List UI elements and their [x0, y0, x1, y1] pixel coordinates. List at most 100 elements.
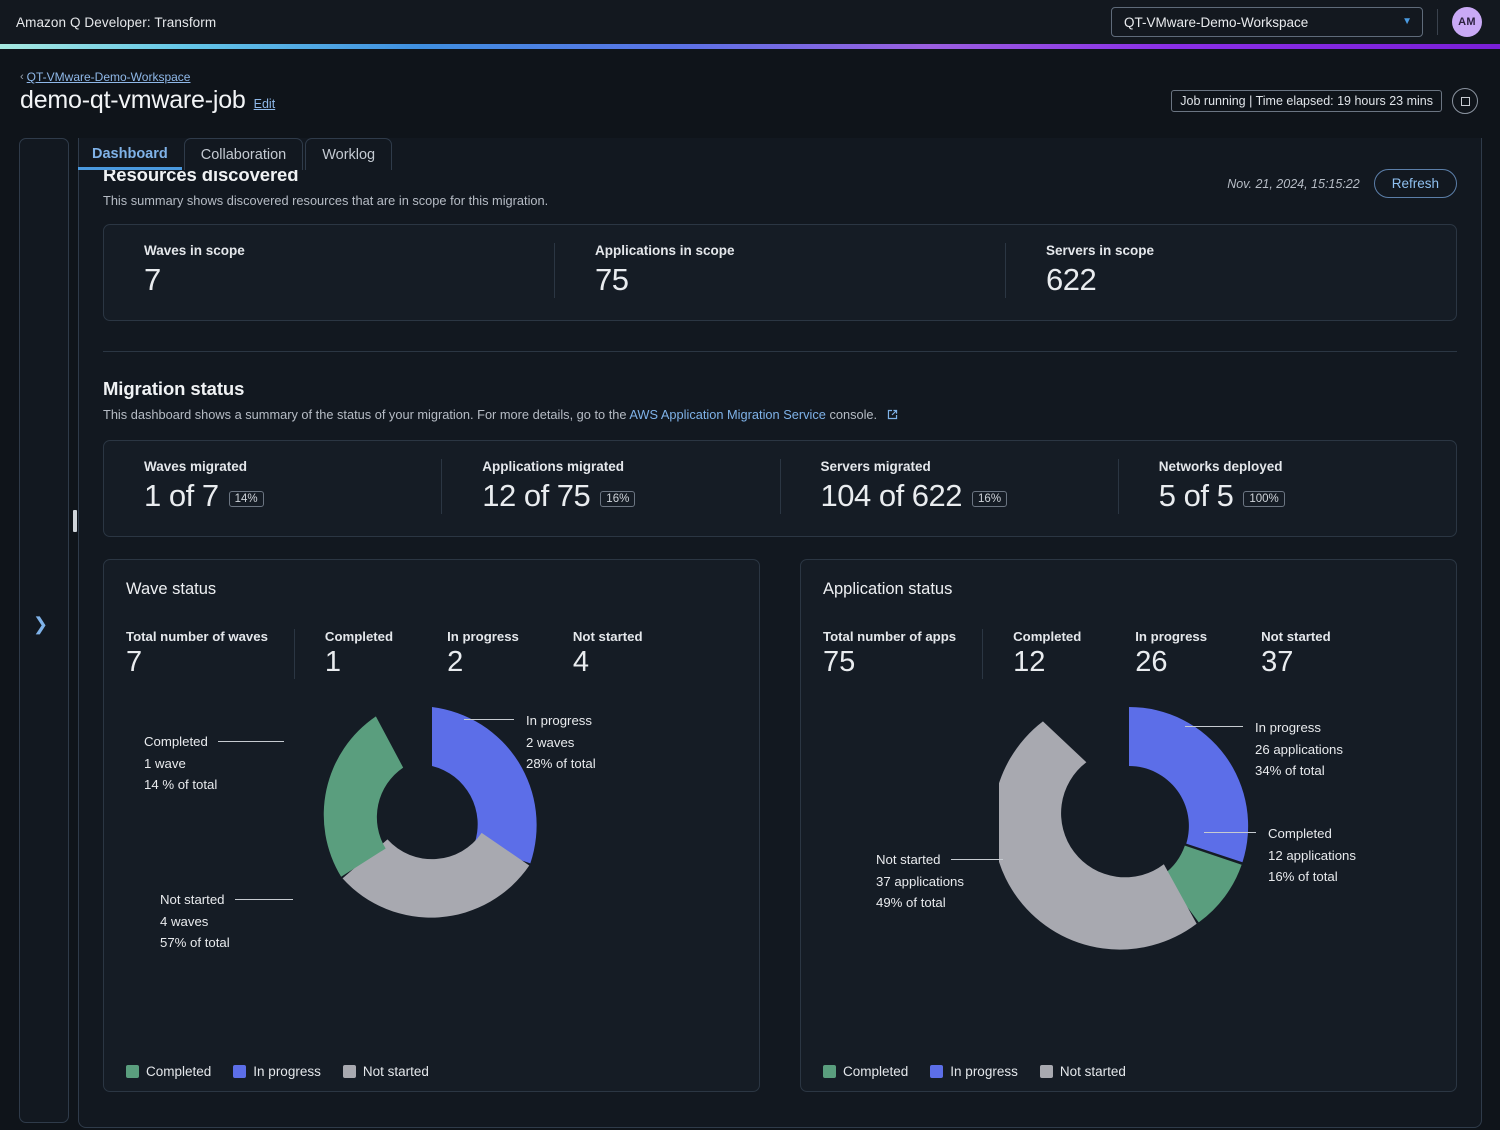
wave-stat-not-started: Not started 4: [541, 629, 665, 679]
legend-swatch-icon: [343, 1065, 356, 1078]
tab-worklog[interactable]: Worklog: [305, 138, 392, 170]
leader-line: [1185, 726, 1243, 727]
app-stat-not-started: Not started 37: [1229, 629, 1353, 679]
wave-label-not-started: Not started 4 waves 57% of total: [160, 889, 293, 954]
app-title: Amazon Q Developer: Transform: [16, 15, 216, 30]
stat-value: 7: [144, 262, 528, 298]
status-badge: Job running | Time elapsed: 19 hours 23 …: [1171, 90, 1442, 112]
label-count: 1 wave: [144, 753, 284, 775]
legend-swatch-icon: [823, 1065, 836, 1078]
stat-applications-in-scope: Applications in scope 75: [554, 243, 1005, 298]
section-divider: [103, 351, 1457, 352]
refresh-button[interactable]: Refresh: [1374, 169, 1457, 198]
stat-value: 12: [1013, 646, 1081, 679]
migration-stat-card: Waves migrated 1 of 7 14% Applications m…: [103, 440, 1457, 537]
stat-label: Not started: [573, 629, 643, 644]
legend-item-in-progress[interactable]: In progress: [233, 1064, 321, 1079]
leader-line: [951, 859, 1003, 860]
stat-label: Applications in scope: [595, 243, 979, 258]
label-pct: 49% of total: [876, 892, 1003, 914]
stat-percent-badge: 100%: [1243, 491, 1284, 507]
top-bar-right: QT-VMware-Demo-Workspace ▼ AM: [1111, 7, 1482, 37]
legend-item-completed[interactable]: Completed: [126, 1064, 211, 1079]
stat-value: 2: [447, 646, 519, 679]
label-count: 12 applications: [1268, 845, 1356, 867]
main-panel: Resources discovered This summary shows …: [78, 138, 1482, 1128]
leader-line: [464, 719, 514, 720]
workspace-selector[interactable]: QT-VMware-Demo-Workspace ▼: [1111, 7, 1423, 37]
breadcrumb-link[interactable]: QT-VMware-Demo-Workspace: [27, 70, 191, 84]
stat-value: 104 of 622: [821, 478, 963, 514]
breadcrumb-back-icon: ‹: [20, 71, 24, 83]
donut-slice-in-progress[interactable]: [1129, 707, 1248, 862]
drag-handle-icon[interactable]: [73, 510, 77, 532]
legend-item-in-progress[interactable]: In progress: [930, 1064, 1018, 1079]
stat-label: Waves migrated: [144, 459, 415, 474]
stat-label: Servers migrated: [821, 459, 1092, 474]
resources-subtitle: This summary shows discovered resources …: [103, 193, 548, 208]
legend-swatch-icon: [1040, 1065, 1053, 1078]
stat-servers-migrated: Servers migrated 104 of 622 16%: [780, 459, 1118, 514]
breadcrumb[interactable]: ‹ QT-VMware-Demo-Workspace: [20, 70, 190, 84]
wave-label-completed: Completed 1 wave 14 % of total: [144, 731, 284, 796]
tab-collaboration[interactable]: Collaboration: [184, 138, 303, 170]
stat-applications-migrated: Applications migrated 12 of 75 16%: [441, 459, 779, 514]
legend-label: Not started: [363, 1064, 429, 1079]
application-status-donut[interactable]: [999, 695, 1259, 957]
label-title: Completed: [1268, 823, 1332, 845]
wave-stat-total: Total number of waves 7: [126, 629, 295, 679]
wave-donut-area: Completed 1 wave 14 % of total In progre…: [126, 695, 737, 995]
application-legend: Completed In progress Not started: [823, 1064, 1126, 1079]
migration-title: Migration status: [103, 378, 1457, 400]
stat-percent-badge: 14%: [229, 491, 264, 507]
stat-value: 26: [1135, 646, 1207, 679]
stat-label: Total number of apps: [823, 629, 956, 644]
top-bar-divider: [1437, 9, 1438, 35]
ams-console-link[interactable]: AWS Application Migration Service: [629, 407, 826, 422]
leader-line: [1204, 832, 1256, 833]
stat-value: 75: [823, 646, 956, 679]
job-status-group: Job running | Time elapsed: 19 hours 23 …: [1171, 88, 1478, 114]
stat-waves-migrated: Waves migrated 1 of 7 14%: [104, 459, 441, 514]
avatar[interactable]: AM: [1452, 7, 1482, 37]
stat-label: Total number of waves: [126, 629, 268, 644]
resources-header: Resources discovered This summary shows …: [103, 164, 1457, 208]
workspace-selector-value: QT-VMware-Demo-Workspace: [1124, 15, 1308, 30]
app-label-completed: Completed 12 applications 16% of total: [1268, 823, 1356, 888]
stat-waves-in-scope: Waves in scope 7: [104, 243, 554, 298]
label-pct: 16% of total: [1268, 866, 1356, 888]
legend-item-not-started[interactable]: Not started: [1040, 1064, 1126, 1079]
side-nav-collapsed[interactable]: ❯: [19, 138, 69, 1123]
app-label-in-progress: In progress 26 applications 34% of total: [1255, 717, 1343, 782]
page-header: ‹ QT-VMware-Demo-Workspace demo-qt-vmwar…: [0, 66, 1500, 124]
last-refresh-timestamp: Nov. 21, 2024, 15:15:22: [1227, 177, 1360, 191]
leader-line: [235, 899, 293, 900]
legend-label: In progress: [950, 1064, 1018, 1079]
stat-value: 5 of 5: [1159, 478, 1234, 514]
stat-value: 1: [325, 646, 393, 679]
resources-stat-card: Waves in scope 7 Applications in scope 7…: [103, 224, 1457, 321]
legend-item-not-started[interactable]: Not started: [343, 1064, 429, 1079]
page-title: demo-qt-vmware-job: [20, 86, 246, 115]
migration-subtitle: This dashboard shows a summary of the st…: [103, 407, 1457, 424]
legend-label: In progress: [253, 1064, 321, 1079]
label-pct: 28% of total: [526, 753, 596, 775]
stop-job-button[interactable]: [1452, 88, 1478, 114]
page-title-row: demo-qt-vmware-job Edit: [20, 86, 275, 115]
label-count: 4 waves: [160, 911, 293, 933]
wave-status-donut[interactable]: [302, 695, 562, 957]
chevron-down-icon: ▼: [1402, 17, 1412, 27]
label-title: Not started: [876, 849, 941, 871]
brand-gradient-bar: [0, 44, 1500, 49]
stat-label: In progress: [1135, 629, 1207, 644]
legend-item-completed[interactable]: Completed: [823, 1064, 908, 1079]
stat-value: 4: [573, 646, 643, 679]
legend-swatch-icon: [930, 1065, 943, 1078]
external-link-icon[interactable]: [886, 408, 899, 424]
edit-link[interactable]: Edit: [254, 97, 276, 111]
legend-label: Completed: [843, 1064, 908, 1079]
label-title: In progress: [526, 710, 592, 732]
tab-dashboard[interactable]: Dashboard: [78, 138, 182, 170]
wave-status-stats: Total number of waves 7 Completed 1 In p…: [126, 629, 737, 679]
chevron-right-icon[interactable]: ❯: [33, 615, 48, 633]
